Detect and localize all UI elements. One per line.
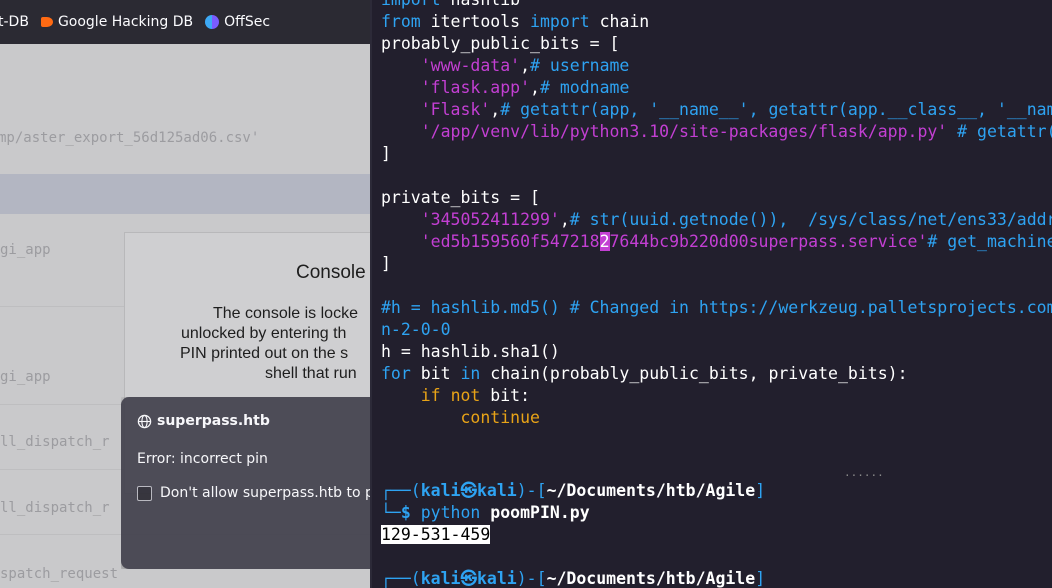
popup-checkbox-row[interactable]: Don't allow superpass.htb to pro bbox=[137, 485, 388, 501]
console-dialog-text: shell that run bbox=[265, 365, 357, 382]
globe-icon bbox=[137, 414, 152, 428]
code-line: if not bit: bbox=[420, 386, 531, 405]
trace-line: gi_app bbox=[0, 369, 51, 385]
pin-output: 129-531-459 bbox=[381, 525, 491, 544]
trace-line: ll_dispatch_r bbox=[0, 500, 110, 516]
offsec-icon bbox=[205, 15, 220, 29]
code-line: ] bbox=[381, 254, 391, 273]
code-line: 'Flask',# getattr(app, '__name__', getat… bbox=[420, 100, 1052, 119]
console-dialog-text: unlocked by entering th bbox=[181, 325, 347, 342]
dont-allow-checkbox[interactable] bbox=[137, 485, 152, 501]
trace-line: ll_dispatch_r bbox=[0, 434, 110, 450]
code-line: '345052411299',# str(uuid.getnode()), /s… bbox=[420, 210, 1052, 229]
trace-line: spatch_request bbox=[0, 566, 119, 582]
bookmark-exploit-db[interactable]: t-DB bbox=[0, 14, 29, 30]
shell-command: └─$ python poomPIN.py bbox=[381, 503, 590, 522]
ghdb-icon bbox=[40, 17, 53, 27]
bookmark-ghdb[interactable]: Google Hacking DB bbox=[40, 14, 194, 30]
shell-prompt: ┌──(kali㉿kali)-[~/Documents/htb/Agile] bbox=[381, 569, 766, 588]
console-dialog-text: The console is locke bbox=[213, 305, 358, 322]
code-line: '/app/venv/lib/python3.10/site-packages/… bbox=[420, 122, 1052, 141]
bookmark-label: OffSec bbox=[224, 14, 271, 30]
console-dialog-text: PIN printed out on the s bbox=[180, 345, 349, 362]
code-line: private_bits = [ bbox=[381, 188, 540, 207]
code-line: ] bbox=[381, 144, 391, 163]
bookmark-offsec[interactable]: OffSec bbox=[205, 14, 270, 30]
text-cursor: 2 bbox=[599, 232, 610, 251]
trace-line: gi_app bbox=[0, 242, 51, 258]
popup-site-name: superpass.htb bbox=[157, 413, 270, 429]
code-line: 'flask.app',# modname bbox=[420, 78, 630, 97]
csv-path-line: mp/aster_export_56d125ad06.csv' bbox=[0, 130, 260, 146]
bookmarks-toolbar: t-DB Google Hacking DB OffSec bbox=[0, 0, 372, 44]
code-line: 'ed5b159560f54721827644bc9b220d00superpa… bbox=[420, 232, 1052, 251]
code-line: n-2-0-0 bbox=[381, 320, 451, 339]
code-line: import hashlib bbox=[381, 0, 520, 11]
code-line: continue bbox=[460, 408, 540, 427]
popup-error-message: Error: incorrect pin bbox=[137, 451, 268, 467]
code-line: 'www-data',# username bbox=[420, 56, 630, 75]
terminal-divider-dots: ...... bbox=[844, 466, 884, 479]
shell-prompt: ┌──(kali㉿kali)-[~/Documents/htb/Agile] bbox=[381, 481, 766, 500]
traceback-header bbox=[0, 174, 372, 214]
code-line: #h = hashlib.md5() # Changed in https://… bbox=[381, 298, 1052, 317]
code-line: h = hashlib.sha1() bbox=[381, 342, 560, 361]
dont-allow-label: Don't allow superpass.htb to pro bbox=[160, 485, 388, 501]
bookmark-label: Google Hacking DB bbox=[57, 14, 194, 30]
code-line: from itertools import chain bbox=[381, 12, 650, 31]
console-dialog-title: Console bbox=[296, 262, 366, 283]
code-line: for bit in chain(probably_public_bits, p… bbox=[381, 364, 908, 383]
terminal-window[interactable]: import hashlib from itertools import cha… bbox=[370, 0, 1052, 588]
bookmark-label: t-DB bbox=[0, 14, 29, 30]
code-line: probably_public_bits = [ bbox=[381, 34, 620, 53]
popup-header: superpass.htb bbox=[137, 413, 270, 429]
